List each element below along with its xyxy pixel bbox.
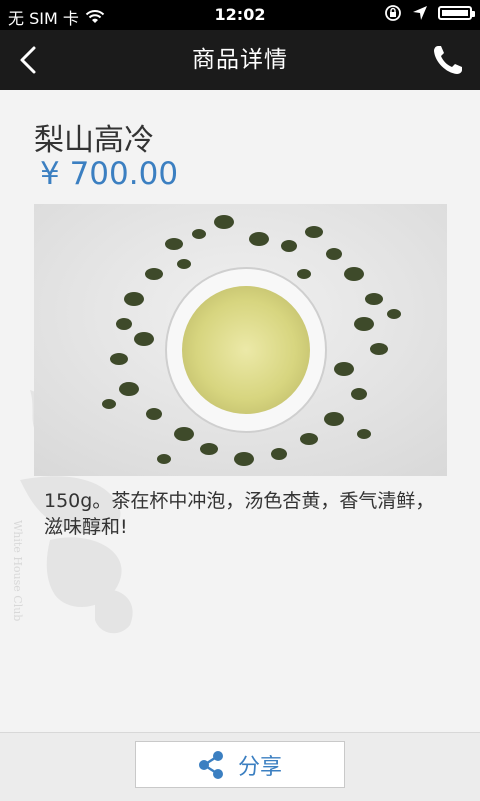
status-bar: 无 SIM 卡 12:02	[0, 0, 480, 30]
phone-icon	[434, 46, 462, 74]
share-icon	[198, 750, 223, 779]
navigation-bar: 商品详情	[0, 30, 480, 90]
bottom-bar: 分享	[0, 732, 480, 801]
watermark-text: White House Club	[11, 520, 24, 621]
product-price: ¥ 700.00	[40, 156, 179, 192]
battery-icon	[438, 6, 475, 20]
location-arrow-icon	[413, 6, 427, 20]
share-button[interactable]: 分享	[135, 741, 345, 788]
product-description: 150g。茶在杯中冲泡，汤色杏黄，香气清鲜，滋味醇和!	[44, 490, 435, 538]
status-right	[384, 4, 475, 22]
product-image	[34, 204, 447, 476]
page-title: 商品详情	[192, 47, 288, 73]
product-name: 梨山高冷	[34, 123, 154, 158]
call-button[interactable]	[428, 40, 468, 80]
tea-photo	[34, 204, 447, 476]
rotation-lock-icon	[385, 5, 401, 21]
share-label: 分享	[237, 754, 282, 780]
